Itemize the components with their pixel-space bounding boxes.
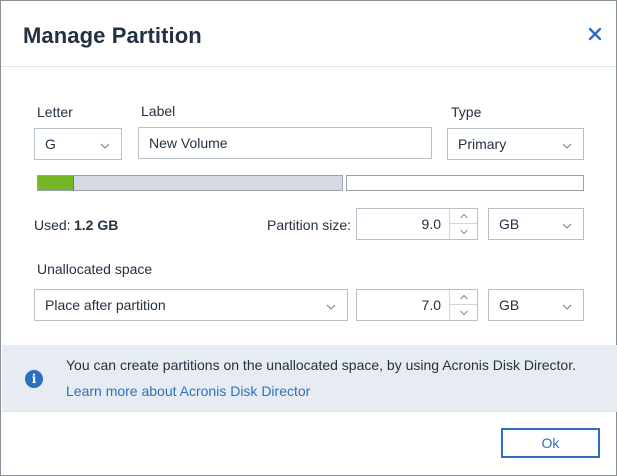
stepper-buttons [449, 290, 477, 320]
unallocated-size-unit: GB [499, 297, 520, 313]
letter-label: Letter [37, 104, 73, 120]
chevron-down-icon [561, 300, 573, 312]
chevron-down-icon [325, 300, 337, 312]
type-label: Type [451, 104, 482, 120]
learn-more-link[interactable]: Learn more about Acronis Disk Director [66, 383, 310, 399]
partition-size-value: 9.0 [421, 216, 441, 232]
volume-label-input[interactable]: New Volume [138, 127, 432, 159]
stepper-buttons [449, 209, 477, 239]
decrement-button[interactable] [450, 224, 477, 239]
partition-size-unit: GB [499, 216, 520, 232]
header-divider [1, 66, 616, 67]
unallocated-size-unit-dropdown[interactable]: GB [488, 289, 584, 321]
chevron-down-icon [561, 139, 573, 151]
volume-label-value: New Volume [149, 135, 228, 151]
type-dropdown[interactable]: Primary [447, 128, 584, 160]
decrement-button[interactable] [450, 305, 477, 320]
letter-dropdown[interactable]: G [34, 128, 122, 160]
increment-button[interactable] [450, 290, 477, 305]
ok-button[interactable]: Ok [501, 428, 600, 458]
used-space-fill [38, 176, 74, 190]
info-panel [2, 345, 617, 411]
footer-divider [2, 411, 617, 412]
unallocated-space-bar [346, 175, 584, 191]
placement-dropdown[interactable]: Place after partition [34, 289, 348, 321]
manage-partition-dialog: Manage Partition Letter Label Type G New… [0, 0, 617, 476]
type-value: Primary [458, 136, 507, 152]
unallocated-space-label: Unallocated space [37, 261, 153, 277]
partition-size-stepper[interactable]: 9.0 [356, 208, 478, 240]
close-icon[interactable] [584, 23, 606, 45]
used-label: Used: [34, 217, 71, 233]
partition-usage-bar[interactable] [37, 175, 343, 191]
partition-size-unit-dropdown[interactable]: GB [488, 208, 584, 240]
unallocated-size-value: 7.0 [421, 297, 441, 313]
chevron-down-icon [99, 139, 111, 151]
increment-button[interactable] [450, 209, 477, 224]
info-text: You can create partitions on the unalloc… [66, 357, 576, 373]
partition-size-label: Partition size: [267, 217, 352, 233]
placement-value: Place after partition [45, 297, 166, 313]
used-value: 1.2 GB [74, 217, 119, 233]
letter-value: G [45, 136, 56, 152]
chevron-down-icon [561, 219, 573, 231]
info-icon: i [25, 370, 43, 388]
unallocated-size-stepper[interactable]: 7.0 [356, 289, 478, 321]
label-label: Label [141, 103, 176, 119]
dialog-title: Manage Partition [23, 23, 202, 48]
